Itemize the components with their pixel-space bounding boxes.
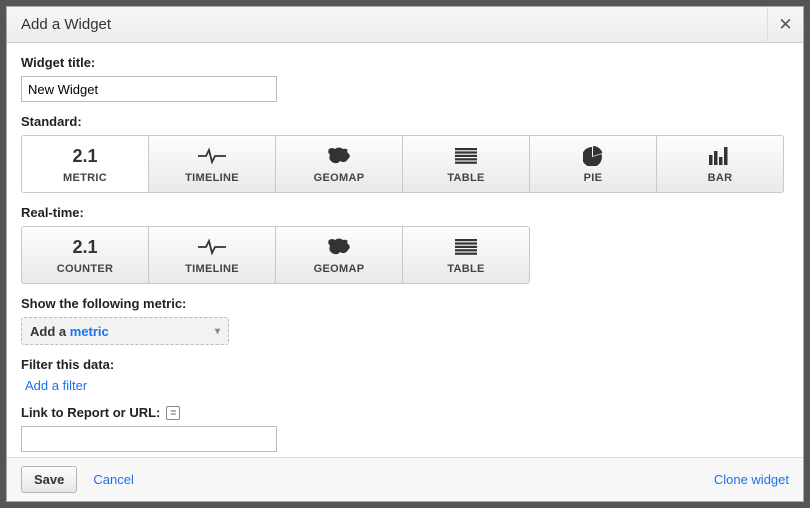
tile-counter[interactable]: 2.1 COUNTER [21,226,149,284]
standard-label: Standard: [21,114,789,129]
document-icon[interactable]: ≣ [166,406,180,420]
add-metric-text: Add a metric [30,324,109,339]
metric-section: Show the following metric: Add a metric … [21,296,789,345]
realtime-section: Real-time: 2.1 COUNTER TIMELINE [21,205,789,284]
close-button[interactable]: ✕ [767,7,803,43]
tile-caption: TIMELINE [185,172,239,184]
close-icon: ✕ [778,16,792,33]
tile-timeline[interactable]: TIMELINE [148,135,276,193]
tile-timeline-rt[interactable]: TIMELINE [148,226,276,284]
metric-label: Show the following metric: [21,296,789,311]
tile-caption: GEOMAP [314,172,365,184]
tile-caption: GEOMAP [314,263,365,275]
dialog-titlebar: Add a Widget ✕ [7,7,803,43]
pie-icon [583,144,603,168]
widget-title-input[interactable] [21,76,277,102]
add-metric-dropdown[interactable]: Add a metric ▾ [21,317,229,345]
widget-title-label: Widget title: [21,55,789,70]
geomap-icon [325,235,353,259]
counter-icon: 2.1 [72,235,97,259]
bar-icon [708,144,732,168]
dialog-footer: Save Cancel Clone widget [7,457,803,501]
timeline-icon [198,144,226,168]
tile-table[interactable]: TABLE [402,135,530,193]
tile-caption: TABLE [447,172,484,184]
clone-widget-link[interactable]: Clone widget [714,472,789,487]
widget-title-section: Widget title: [21,55,789,102]
dialog-title: Add a Widget [21,16,111,33]
standard-section: Standard: 2.1 METRIC TIMELINE [21,114,789,193]
tile-caption: TIMELINE [185,263,239,275]
tile-caption: PIE [584,172,603,184]
realtime-tiles: 2.1 COUNTER TIMELINE GEOMAP [21,226,789,284]
link-report-input[interactable] [21,426,277,452]
link-report-section: Link to Report or URL: ≣ [21,405,789,452]
add-widget-dialog: Add a Widget ✕ Widget title: Standard: 2… [6,6,804,502]
realtime-label: Real-time: [21,205,789,220]
tile-caption: BAR [708,172,733,184]
dialog-body: Widget title: Standard: 2.1 METRIC TIMEL… [7,43,803,457]
tile-table-rt[interactable]: TABLE [402,226,530,284]
metric-icon: 2.1 [72,144,97,168]
tile-pie[interactable]: PIE [529,135,657,193]
timeline-icon [198,235,226,259]
tile-caption: METRIC [63,172,107,184]
tile-metric[interactable]: 2.1 METRIC [21,135,149,193]
filter-label: Filter this data: [21,357,789,372]
geomap-icon [325,144,353,168]
table-icon [455,235,477,259]
chevron-down-icon: ▾ [215,326,220,337]
add-filter-link[interactable]: Add a filter [25,378,87,393]
tile-caption: COUNTER [57,263,114,275]
standard-tiles: 2.1 METRIC TIMELINE GEOMAP [21,135,789,193]
tile-caption: TABLE [447,263,484,275]
tile-geomap[interactable]: GEOMAP [275,135,403,193]
filter-section: Filter this data: Add a filter [21,357,789,393]
save-button[interactable]: Save [21,466,77,493]
tile-geomap-rt[interactable]: GEOMAP [275,226,403,284]
tile-bar[interactable]: BAR [656,135,784,193]
cancel-link[interactable]: Cancel [93,472,133,487]
link-report-label: Link to Report or URL: [21,405,160,420]
table-icon [455,144,477,168]
